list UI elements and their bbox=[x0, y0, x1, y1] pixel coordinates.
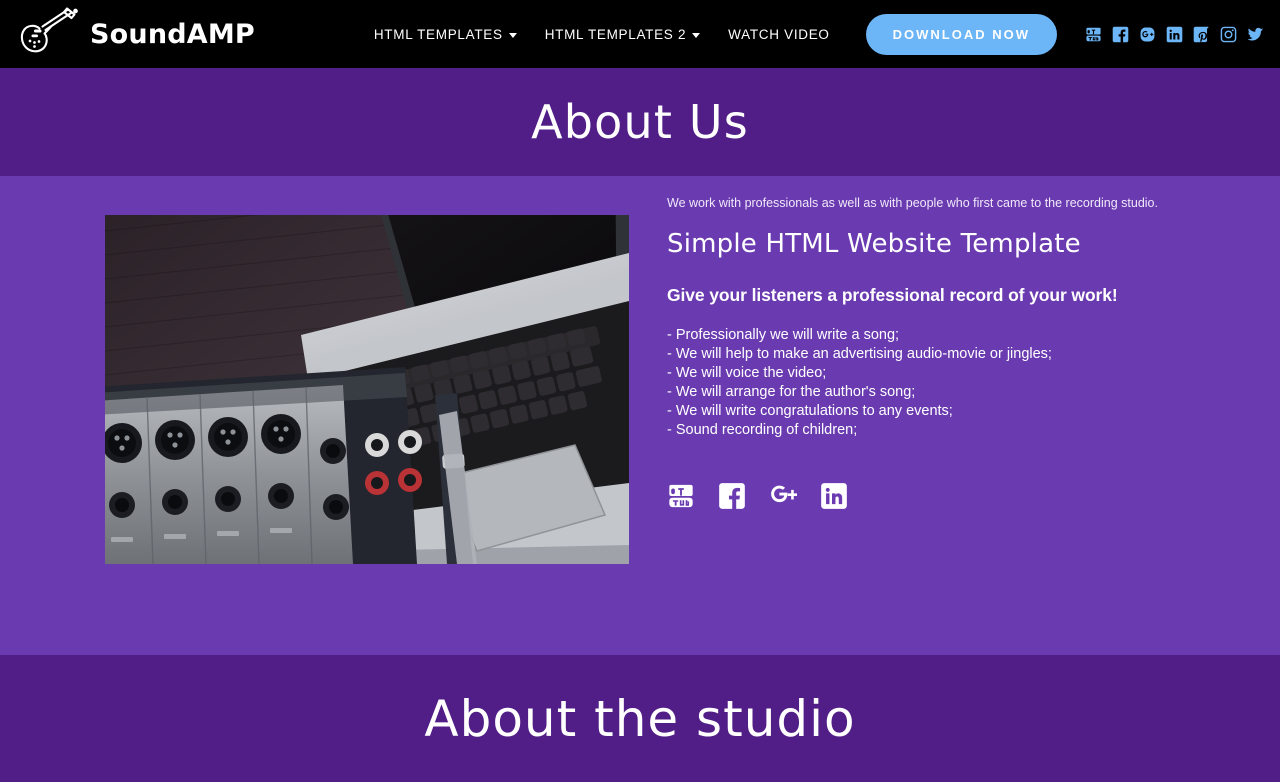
studio-photo-image bbox=[105, 215, 629, 564]
studio-photo bbox=[105, 215, 629, 564]
google-plus-icon[interactable] bbox=[1139, 26, 1156, 43]
nav-item-watch-video[interactable]: WATCH VIDEO bbox=[714, 27, 843, 42]
pinterest-icon[interactable] bbox=[1193, 26, 1210, 43]
guitar-icon bbox=[20, 7, 78, 53]
brand-logo-link[interactable]: SoundAMP bbox=[18, 6, 255, 62]
linkedin-icon[interactable] bbox=[1166, 26, 1183, 43]
site-header: SoundAMP HTML TEMPLATES HTML TEMPLATES 2… bbox=[0, 0, 1280, 68]
about-heading: Simple HTML Website Template bbox=[667, 228, 1081, 259]
studio-title-band: About the studio bbox=[0, 655, 1280, 782]
about-text-column: We work with professionals as well as wi… bbox=[667, 176, 1175, 655]
google-plus-icon[interactable] bbox=[769, 482, 797, 510]
about-subheading: Give your listeners a professional recor… bbox=[667, 284, 1118, 305]
nav-item-label: HTML TEMPLATES bbox=[373, 26, 503, 42]
list-item: - We will help to make an advertising au… bbox=[667, 345, 1052, 362]
list-item: - Professionally we will write a song; bbox=[667, 326, 900, 343]
about-intro-text: We work with professionals as well as wi… bbox=[667, 196, 1158, 210]
about-social-links bbox=[667, 482, 1175, 510]
page-title: About Us bbox=[531, 95, 749, 149]
twitter-icon[interactable] bbox=[1247, 26, 1264, 43]
instagram-icon[interactable] bbox=[1220, 26, 1237, 43]
services-list: - Professionally we will write a song; -… bbox=[667, 326, 1175, 440]
header-right-area: HTML TEMPLATES HTML TEMPLATES 2 WATCH VI… bbox=[360, 13, 1266, 55]
download-now-button[interactable]: DOWNLOAD NOW bbox=[865, 13, 1057, 55]
brand-name: SoundAMP bbox=[90, 18, 255, 50]
facebook-icon[interactable] bbox=[718, 482, 746, 510]
chevron-down-icon bbox=[692, 32, 701, 38]
main-navigation: HTML TEMPLATES HTML TEMPLATES 2 WATCH VI… bbox=[360, 27, 844, 42]
list-item: - We will write congratulations to any e… bbox=[667, 402, 953, 419]
youtube-icon[interactable] bbox=[1085, 26, 1102, 43]
facebook-icon[interactable] bbox=[1112, 26, 1129, 43]
nav-item-label: HTML TEMPLATES 2 bbox=[544, 26, 687, 42]
list-item: - Sound recording of children; bbox=[667, 421, 858, 438]
chevron-down-icon bbox=[508, 32, 517, 38]
youtube-icon[interactable] bbox=[667, 482, 695, 510]
studio-title: About the studio bbox=[424, 689, 856, 748]
nav-item-html-templates-2[interactable]: HTML TEMPLATES 2 bbox=[531, 27, 714, 42]
nav-item-label: WATCH VIDEO bbox=[728, 26, 830, 42]
list-item: - We will arrange for the author's song; bbox=[667, 383, 916, 400]
list-item: - We will voice the video; bbox=[667, 364, 827, 381]
page-title-band: About Us bbox=[0, 68, 1280, 176]
nav-item-html-templates[interactable]: HTML TEMPLATES bbox=[360, 27, 531, 42]
about-content-wrapper: We work with professionals as well as wi… bbox=[105, 176, 1175, 655]
header-social-links bbox=[1085, 26, 1264, 43]
about-section: We work with professionals as well as wi… bbox=[0, 176, 1280, 655]
linkedin-icon[interactable] bbox=[820, 482, 848, 510]
